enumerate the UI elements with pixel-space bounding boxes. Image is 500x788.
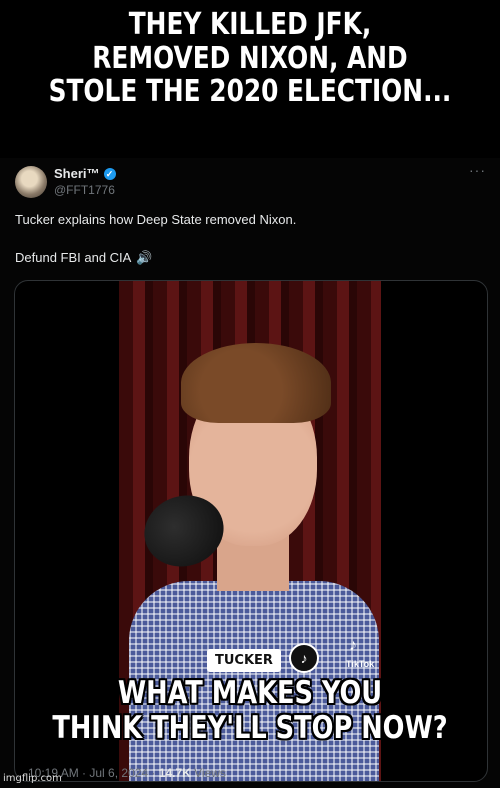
footer-separator-1: ·	[78, 766, 90, 780]
top-caption: THEY KILLED JFK, REMOVED NIXON, AND STOL…	[20, 8, 480, 109]
bottom-caption-line1: WHAT MAKES YOU	[117, 675, 383, 711]
user-name-text[interactable]: Sheri™	[54, 166, 100, 181]
tweet-text-line2-text: Defund FBI and CIA	[15, 250, 131, 265]
views-label: Views	[194, 766, 226, 780]
top-caption-line3: STOLE THE 2020 ELECTION...	[48, 74, 452, 110]
top-caption-line2: REMOVED NIXON, AND	[92, 40, 408, 76]
tiktok-logo-icon: ♪	[349, 637, 357, 654]
views-count: 14.7K	[158, 766, 191, 780]
speaker-icon: 🔊	[136, 250, 153, 265]
person-hair	[181, 343, 331, 423]
tweet-text-line2: Defund FBI and CIA 🔊	[15, 250, 152, 266]
top-caption-line1: THEY KILLED JFK,	[128, 7, 372, 42]
bottom-caption: WHAT MAKES YOU THINK THEY'LL STOP NOW?	[20, 676, 480, 745]
more-options-icon[interactable]: ···	[469, 162, 486, 178]
avatar[interactable]	[15, 166, 47, 198]
verified-badge-icon: ✓	[103, 168, 116, 180]
tweet-text-line1: Tucker explains how Deep State removed N…	[15, 212, 297, 227]
user-handle[interactable]: @FFT1776	[54, 183, 115, 197]
tiktok-label: TikTok	[346, 659, 375, 669]
footer-separator-2: ·	[148, 766, 159, 780]
imgflip-watermark: imgflip.com	[3, 773, 62, 784]
tweet-date[interactable]: Jul 6, 2024	[89, 766, 148, 780]
user-name[interactable]: Sheri™ ✓	[54, 166, 116, 181]
tucker-lower-third: TUCKER	[207, 649, 281, 672]
tiktok-circle-icon: ♪	[289, 643, 319, 673]
bottom-caption-line2: THINK THEY'LL STOP NOW?	[52, 709, 448, 746]
